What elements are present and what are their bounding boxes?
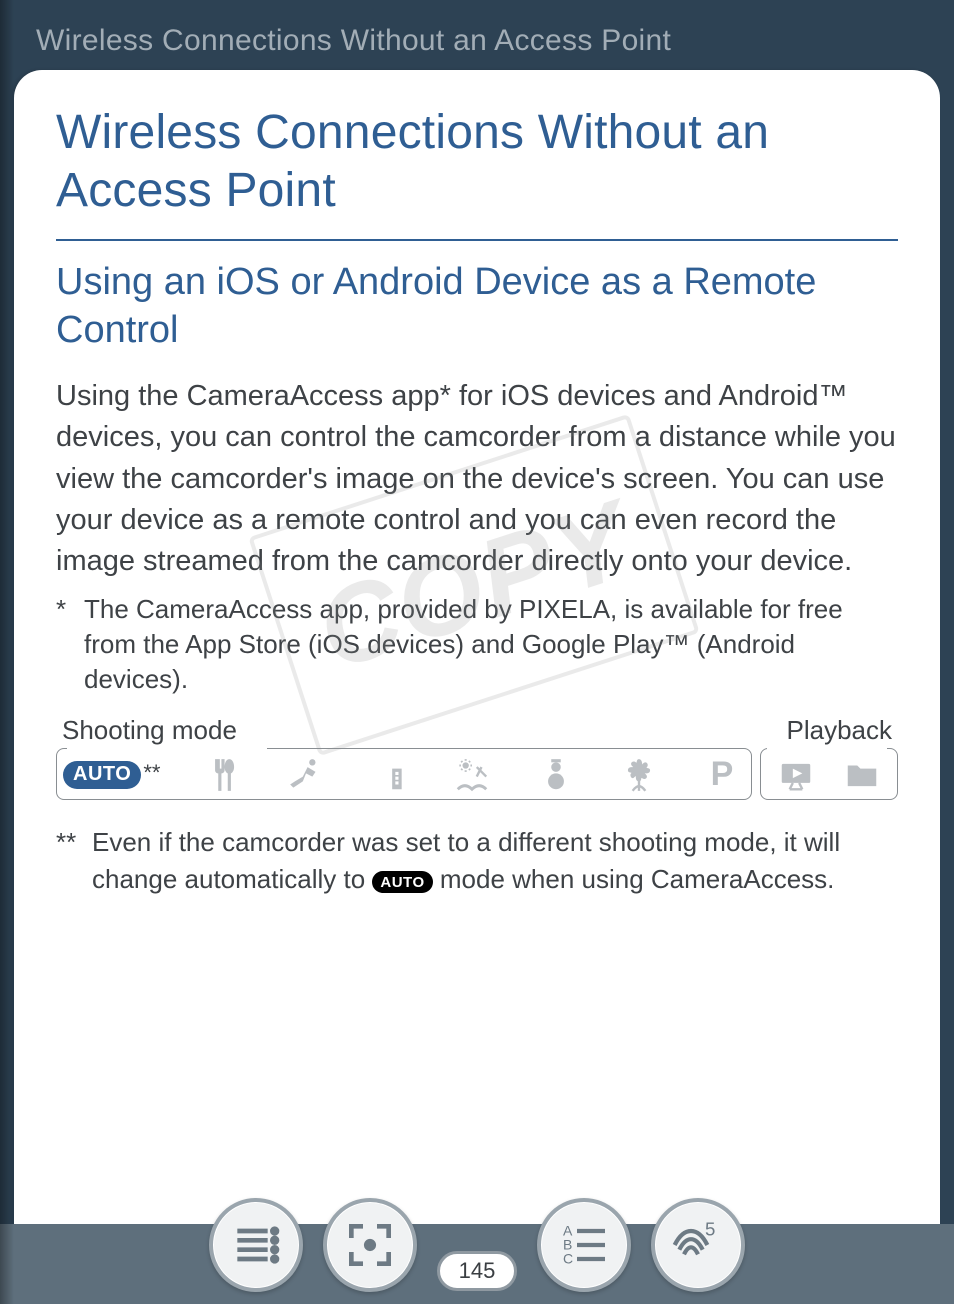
fullscreen-button[interactable] — [323, 1198, 417, 1292]
shooting-mode-label: Shooting mode — [62, 715, 237, 746]
cutlery-icon — [202, 755, 244, 795]
shooting-mode-group: AUTO ** — [56, 748, 752, 800]
playback-group — [760, 748, 898, 800]
footnote-2-text: Even if the camcorder was set to a diffe… — [92, 824, 898, 897]
toc-button[interactable] — [209, 1198, 303, 1292]
ski-person-icon — [285, 755, 327, 795]
night-building-icon — [368, 755, 410, 795]
header-section-title: Wireless Connections Without an Access P… — [0, 0, 954, 70]
auto-badge-inline: AUTO — [372, 871, 432, 893]
footnote-2-mark: ** — [56, 824, 82, 897]
page-title: Wireless Connections Without an Access P… — [56, 104, 898, 219]
playback-label: Playback — [787, 715, 893, 746]
auto-mode-badge: AUTO — [63, 761, 141, 789]
left-page-shade — [0, 0, 14, 1304]
body-paragraph: Using the CameraAccess app* for iOS devi… — [56, 376, 898, 582]
svg-text:5: 5 — [705, 1219, 715, 1240]
mode-strip: Shooting mode Playback AUTO ** — [56, 715, 898, 800]
footnote-1: * The CameraAccess app, provided by PIXE… — [56, 592, 898, 697]
folder-icon — [841, 755, 883, 795]
sun-beach-icon — [451, 755, 493, 795]
svg-text:C: C — [563, 1251, 573, 1267]
flower-icon — [618, 755, 660, 795]
nav-circles: 145 A B C 5 — [0, 1198, 954, 1292]
footnote-1-text: The CameraAccess app, provided by PIXELA… — [84, 592, 898, 697]
play-display-icon — [775, 755, 817, 795]
auto-mode-stars: ** — [143, 760, 160, 786]
page-subtitle: Using an iOS or Android Device as a Remo… — [56, 259, 898, 354]
wifi-section-button[interactable]: 5 — [651, 1198, 745, 1292]
index-button[interactable]: A B C — [537, 1198, 631, 1292]
title-rule — [56, 239, 898, 241]
footnote-1-mark: * — [56, 592, 74, 697]
page-number-pill: 145 — [437, 1251, 517, 1291]
footnote-2: ** Even if the camcorder was set to a di… — [56, 824, 898, 897]
snowman-icon — [535, 755, 577, 795]
p-mode-icon: P — [701, 755, 743, 795]
page-card: COPY Wireless Connections Without an Acc… — [14, 70, 940, 1260]
